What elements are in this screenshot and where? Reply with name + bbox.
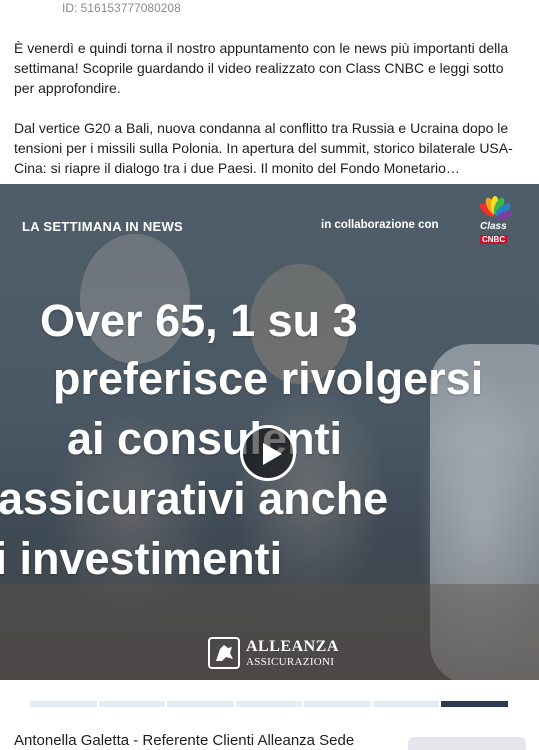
post-id: ID: 516153777080208 [62,1,181,15]
brand-logo: ALLEANZA ASSICURAZIONI [208,635,338,673]
video-player[interactable]: LA SETTIMANA IN NEWS in collaborazione c… [0,184,539,680]
partner-logo-cnbc: CNBC [480,235,508,244]
video-series-label: LA SETTIMANA IN NEWS [22,219,184,234]
carousel-segment[interactable] [372,701,440,707]
carousel-segment[interactable] [98,701,166,707]
carousel-segment[interactable] [441,701,509,707]
carousel-progress [30,701,509,707]
video-headline-line: assicurativi anche [0,473,389,524]
video-headline-line: li investimenti [0,533,283,584]
brand-subtitle: ASSICURAZIONI [246,656,335,668]
carousel-segment[interactable] [30,701,97,707]
play-icon [263,443,282,465]
brand-name: ALLEANZA [246,638,339,655]
lion-icon [208,637,240,669]
partner-logo-class: Class [480,221,507,232]
facebook-post: ID: 516153777080208 È venerdì e quindi t… [0,0,539,750]
play-button[interactable] [240,425,296,481]
author-name[interactable]: Antonella Galetta - Referente Clienti Al… [14,732,354,749]
post-text: È venerdì e quindi torna il nostro appun… [14,38,524,198]
video-headline-line: ai consulenti [67,413,343,464]
carousel-segment[interactable] [304,701,371,707]
post-paragraph: È venerdì e quindi torna il nostro appun… [14,40,509,96]
carousel-segment[interactable] [235,701,303,707]
action-button[interactable] [408,737,526,750]
carousel-segment[interactable] [167,701,234,707]
video-headline-line: preferisce rivolgersi [53,353,484,404]
video-collab-label: in collaborazione con [321,219,439,231]
post-paragraph: Dal vertice G20 a Bali, nuova condanna a… [14,120,513,176]
video-headline-line: Over 65, 1 su 3 [40,295,358,346]
